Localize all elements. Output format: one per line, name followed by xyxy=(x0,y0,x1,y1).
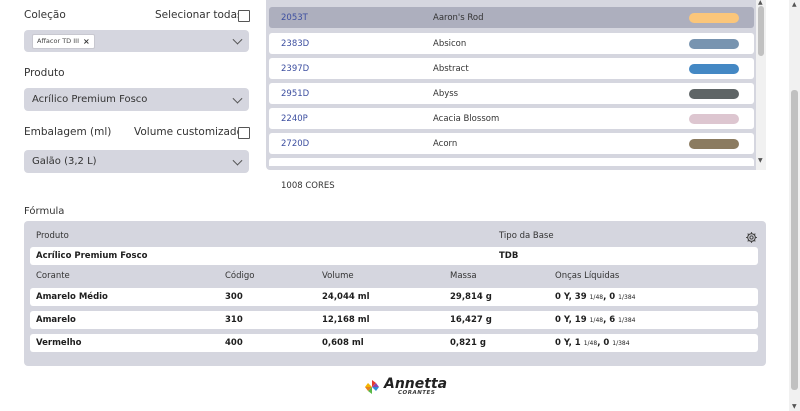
color-name: Abstract xyxy=(433,63,469,74)
colecao-chip-label: Affacor TD III xyxy=(37,37,79,45)
color-list-scrollbar[interactable]: ▲ ▼ xyxy=(756,0,766,170)
colecao-select[interactable]: Affacor TD III × xyxy=(24,30,249,52)
embalagem-select[interactable]: Galão (3,2 L) xyxy=(24,150,249,173)
massa-cell: 29,814 g xyxy=(450,292,492,302)
volume-cell: 24,044 ml xyxy=(322,292,370,302)
volume-custom-label: Volume customizado xyxy=(134,126,244,138)
scroll-up-icon[interactable]: ▲ xyxy=(792,1,797,8)
codigo-cell: 400 xyxy=(225,338,243,348)
color-count: 1008 CORES xyxy=(281,181,335,191)
massa-cell: 0,821 g xyxy=(450,338,486,348)
volume-cell: 0,608 ml xyxy=(322,338,364,348)
color-code: 2383D xyxy=(281,38,310,49)
color-name: Acorn xyxy=(433,138,458,149)
scrollbar-thumb[interactable] xyxy=(758,6,764,56)
corante-cell: Vermelho xyxy=(36,338,82,348)
oncas-cell: 0 Y, 19 1/48, 6 1/384 xyxy=(555,315,636,325)
massa-cell: 16,427 g xyxy=(450,315,492,325)
embalagem-label: Embalagem (ml) xyxy=(24,126,112,138)
oncas-cell: 0 Y, 39 1/48, 0 1/384 xyxy=(555,292,636,302)
col-codigo: Código xyxy=(225,271,255,281)
color-name: Abyss xyxy=(433,88,459,99)
color-code: 2053T xyxy=(281,12,308,23)
logo-name: Annetta xyxy=(384,376,448,392)
produto-value: Acrílico Premium Fosco xyxy=(36,251,148,261)
color-row-partial[interactable] xyxy=(269,158,754,166)
color-code: 2951D xyxy=(281,88,310,99)
corante-cell: Amarelo Médio xyxy=(36,292,108,302)
color-code: 2397D xyxy=(281,63,310,74)
select-all-checkbox[interactable] xyxy=(238,10,250,22)
col-corante: Corante xyxy=(36,271,70,281)
color-row[interactable]: 2951D Abyss xyxy=(269,83,754,104)
color-row[interactable]: 2053T Aaron's Rod xyxy=(269,7,754,28)
oncas-cell: 0 Y, 1 1/48, 0 1/384 xyxy=(555,338,630,348)
color-swatch xyxy=(689,63,739,74)
codigo-cell: 300 xyxy=(225,292,243,302)
col-massa: Massa xyxy=(450,271,477,281)
produto-label: Produto xyxy=(24,67,65,79)
color-name: Acacia Blossom xyxy=(433,113,500,124)
scroll-down-icon[interactable]: ▼ xyxy=(758,158,763,164)
produto-value: Acrílico Premium Fosco xyxy=(32,94,148,105)
close-icon[interactable]: × xyxy=(83,37,90,46)
annetta-logo: Annetta CORANTES xyxy=(364,377,447,397)
color-swatch xyxy=(689,113,739,124)
color-row[interactable]: 2397D Abstract xyxy=(269,58,754,79)
embalagem-value: Galão (3,2 L) xyxy=(32,156,97,167)
color-swatch xyxy=(689,88,739,99)
gear-icon[interactable] xyxy=(745,229,758,248)
color-list: 2053T Aaron's Rod 2383D Absicon 2397D Ab… xyxy=(266,0,766,170)
colecao-chip: Affacor TD III × xyxy=(32,33,95,49)
page-scrollbar-thumb[interactable] xyxy=(791,90,798,390)
produto-select[interactable]: Acrílico Premium Fosco xyxy=(24,88,249,111)
scroll-down-icon[interactable]: ▼ xyxy=(792,403,797,410)
color-name: Aaron's Rod xyxy=(433,12,484,23)
produto-row: Acrílico Premium Fosco TDB xyxy=(30,247,758,265)
corante-cell: Amarelo xyxy=(36,315,76,325)
codigo-cell: 310 xyxy=(225,315,243,325)
chevron-down-icon[interactable] xyxy=(232,93,243,104)
logo-mark-icon xyxy=(365,379,379,394)
page: Coleção Selecionar todas Affacor TD III … xyxy=(0,0,800,411)
color-code: 2720D xyxy=(281,138,310,149)
color-row[interactable]: 2720D Acorn xyxy=(269,133,754,154)
color-swatch xyxy=(689,138,739,149)
select-all-label: Selecionar todas xyxy=(155,9,243,21)
color-row[interactable]: 2240P Acacia Blossom xyxy=(269,108,754,129)
produto-header: Produto xyxy=(36,231,69,241)
formula-title: Fórmula xyxy=(24,206,65,217)
volume-cell: 12,168 ml xyxy=(322,315,370,325)
color-swatch xyxy=(689,38,739,49)
table-row: Amarelo Médio 300 24,044 ml 29,814 g 0 Y… xyxy=(30,288,758,306)
volume-custom-checkbox[interactable] xyxy=(238,127,250,139)
page-scrollbar[interactable]: ▲ ▼ xyxy=(789,0,800,411)
formula-panel: Produto Tipo da Base Acrílico Premium Fo… xyxy=(24,221,766,366)
tipo-base-header: Tipo da Base xyxy=(499,231,554,241)
table-row: Amarelo 310 12,168 ml 16,427 g 0 Y, 19 1… xyxy=(30,311,758,329)
chevron-down-icon[interactable] xyxy=(232,155,243,166)
logo-sub: CORANTES xyxy=(398,390,436,396)
color-swatch xyxy=(689,12,739,23)
chevron-down-icon[interactable] xyxy=(232,34,243,45)
table-row: Vermelho 400 0,608 ml 0,821 g 0 Y, 1 1/4… xyxy=(30,334,758,352)
tipo-base-value: TDB xyxy=(499,251,519,261)
colecao-label: Coleção xyxy=(24,9,66,21)
color-row[interactable]: 2383D Absicon xyxy=(269,33,754,54)
col-volume: Volume xyxy=(322,271,354,281)
col-oncas: Onças Líquidas xyxy=(555,271,620,281)
color-name: Absicon xyxy=(433,38,467,49)
color-code: 2240P xyxy=(281,113,308,124)
